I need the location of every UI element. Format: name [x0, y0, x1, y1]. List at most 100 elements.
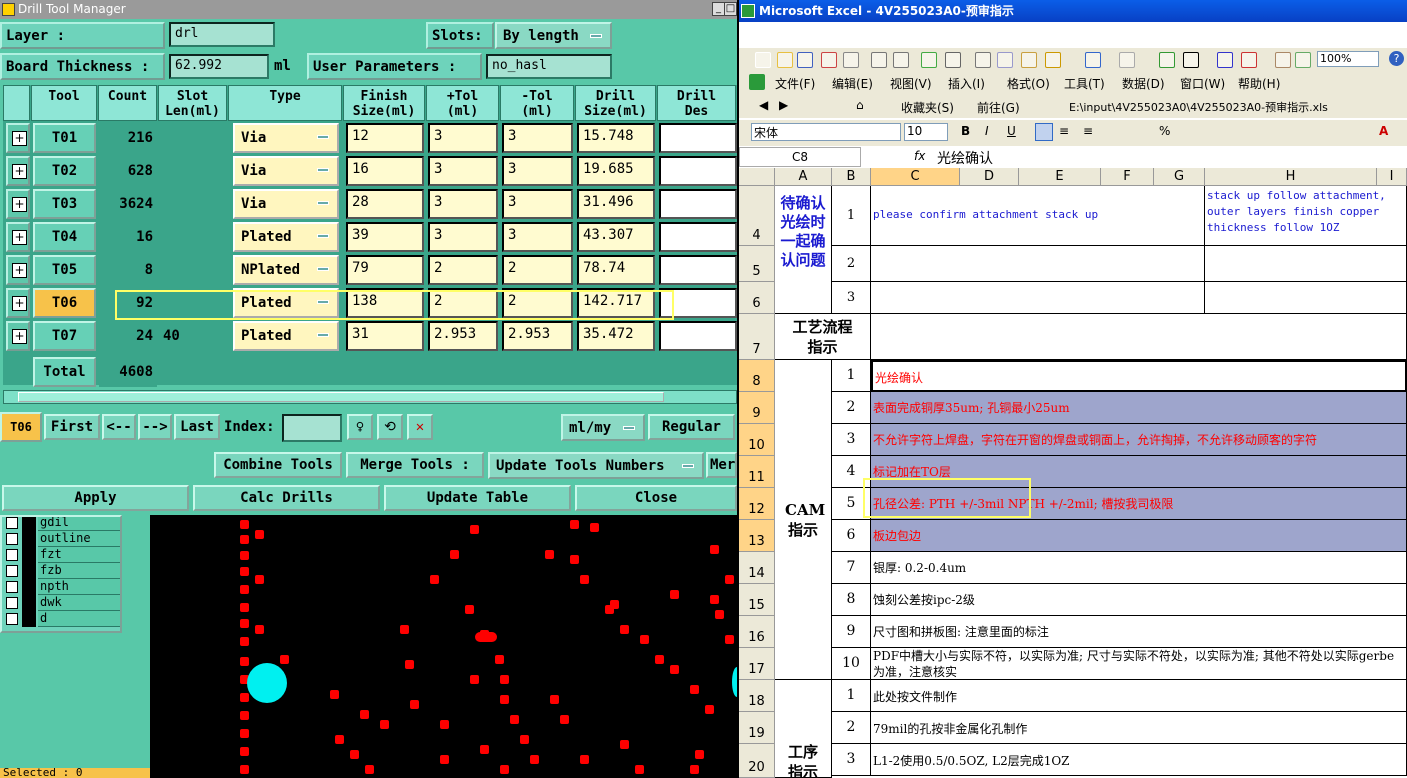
- column-header[interactable]: B: [832, 168, 871, 186]
- layer-checkbox[interactable]: [6, 613, 18, 625]
- tool-type-select[interactable]: Via: [233, 123, 339, 153]
- print-icon[interactable]: [871, 52, 887, 68]
- finish-size-input[interactable]: 39: [346, 222, 424, 252]
- units-select[interactable]: ml/my: [561, 414, 645, 441]
- expand-toggle[interactable]: +: [6, 222, 30, 252]
- next-button[interactable]: -->: [138, 414, 172, 440]
- layer-item[interactable]: fzb: [4, 563, 120, 579]
- email-icon[interactable]: [843, 52, 859, 68]
- menu-item[interactable]: 数据(D): [1122, 75, 1165, 92]
- back-icon[interactable]: ◀: [759, 98, 768, 112]
- align-left-icon[interactable]: [1035, 123, 1053, 141]
- sort-asc-icon[interactable]: [1217, 52, 1233, 68]
- update-table-button[interactable]: Update Table: [384, 485, 571, 511]
- drill-size-input[interactable]: 15.748: [577, 123, 655, 153]
- drill-des-input[interactable]: [659, 255, 737, 285]
- cam-instruction[interactable]: 光绘确认: [871, 360, 1407, 392]
- open-icon[interactable]: [777, 52, 793, 68]
- column-header[interactable]: E: [1019, 168, 1101, 186]
- combine-tools-button[interactable]: Combine Tools: [214, 452, 342, 478]
- plus-tol-input[interactable]: 3: [428, 123, 498, 153]
- permission-icon[interactable]: [821, 52, 837, 68]
- tool-type-select[interactable]: Via: [233, 156, 339, 186]
- confirm-answer[interactable]: [1205, 246, 1407, 282]
- layer-item[interactable]: d: [4, 611, 120, 627]
- paste-icon[interactable]: [1021, 52, 1037, 68]
- confirm-question[interactable]: please confirm attachment stack up: [871, 186, 1205, 246]
- minus-tol-input[interactable]: 3: [502, 222, 573, 252]
- expand-toggle[interactable]: +: [6, 123, 30, 153]
- layer-item[interactable]: gdil: [4, 517, 120, 531]
- layer-checkbox[interactable]: [6, 517, 18, 529]
- drill-des-input[interactable]: [659, 222, 737, 252]
- cam-instruction[interactable]: 尺寸图和拼板图: 注意里面的标注: [871, 616, 1407, 648]
- tool-type-select[interactable]: Plated: [233, 321, 339, 351]
- column-header[interactable]: G: [1154, 168, 1205, 186]
- row-header[interactable]: 16: [739, 616, 775, 648]
- underline-icon[interactable]: U: [1007, 124, 1016, 138]
- plus-tol-input[interactable]: 2.953: [428, 321, 498, 351]
- column-header[interactable]: D: [960, 168, 1019, 186]
- select-all-corner[interactable]: [739, 168, 775, 186]
- minus-tol-input[interactable]: 3: [502, 156, 573, 186]
- first-button[interactable]: First: [44, 414, 100, 440]
- layer-checkbox[interactable]: [6, 597, 18, 609]
- confirm-answer[interactable]: [1205, 282, 1407, 314]
- favorites-menu[interactable]: 收藏夹(S): [901, 99, 954, 116]
- finish-size-input[interactable]: 16: [346, 156, 424, 186]
- minus-tol-input[interactable]: 3: [502, 123, 573, 153]
- align-center-icon[interactable]: ≡: [1059, 124, 1069, 138]
- menu-item[interactable]: 工具(T): [1064, 75, 1105, 92]
- font-color-icon[interactable]: A: [1379, 124, 1388, 138]
- bulb-icon[interactable]: ♀: [347, 414, 373, 440]
- expand-toggle[interactable]: +: [6, 321, 30, 351]
- row-header[interactable]: 8: [739, 360, 775, 392]
- format-painter-icon[interactable]: [1045, 52, 1061, 68]
- row-header[interactable]: 20: [739, 744, 775, 778]
- row-header[interactable]: 12: [739, 488, 775, 520]
- row-header[interactable]: 10: [739, 424, 775, 456]
- font-select[interactable]: 宋体: [751, 123, 901, 141]
- thickness-field[interactable]: 62.992: [169, 54, 269, 79]
- tool-name[interactable]: T04: [33, 222, 96, 252]
- row-header[interactable]: 17: [739, 648, 775, 680]
- index-field[interactable]: [282, 414, 342, 442]
- tool-type-select[interactable]: NPlated: [233, 255, 339, 285]
- drill-des-input[interactable]: [659, 156, 737, 186]
- process-cell[interactable]: [871, 314, 1407, 360]
- italic-icon[interactable]: I: [985, 124, 989, 138]
- plus-tol-input[interactable]: 3: [428, 222, 498, 252]
- tool-name[interactable]: T02: [33, 156, 96, 186]
- finish-size-input[interactable]: 79: [346, 255, 424, 285]
- tool-name[interactable]: T03: [33, 189, 96, 219]
- drill-size-input[interactable]: 35.472: [577, 321, 655, 351]
- menu-item[interactable]: 窗口(W): [1180, 75, 1225, 92]
- path-field[interactable]: E:\input\4V255023A0\4V255023A0-预审指示.xls: [1069, 99, 1328, 115]
- hyperlink-icon[interactable]: [1159, 52, 1175, 68]
- tool-type-select[interactable]: Via: [233, 189, 339, 219]
- horizontal-scrollbar[interactable]: [3, 390, 737, 404]
- drill-size-input[interactable]: 19.685: [577, 156, 655, 186]
- tool-name[interactable]: T01: [33, 123, 96, 153]
- confirm-question[interactable]: [871, 282, 1205, 314]
- procedure-instruction[interactable]: L1-2使用0.5/0.5OZ, L2层完成1OZ: [871, 744, 1407, 776]
- plus-tol-input[interactable]: 3: [428, 189, 498, 219]
- chart-icon[interactable]: [1275, 52, 1291, 68]
- row-header[interactable]: 5: [739, 246, 775, 282]
- layer-item[interactable]: fzt: [4, 547, 120, 563]
- new-icon[interactable]: [755, 52, 771, 68]
- zoom-select[interactable]: 100%: [1317, 51, 1379, 67]
- expand-toggle[interactable]: +: [6, 288, 30, 318]
- row-header[interactable]: 19: [739, 712, 775, 744]
- scrollbar-thumb[interactable]: [18, 392, 664, 402]
- autosum-icon[interactable]: [1183, 52, 1199, 68]
- tool-name[interactable]: T06: [33, 288, 96, 318]
- copy-icon[interactable]: [997, 52, 1013, 68]
- layer-checkbox[interactable]: [6, 533, 18, 545]
- layer-item[interactable]: npth: [4, 579, 120, 595]
- row-header[interactable]: 9: [739, 392, 775, 424]
- plus-tol-input[interactable]: 2: [428, 255, 498, 285]
- minus-tol-input[interactable]: 3: [502, 189, 573, 219]
- finish-size-input[interactable]: 12: [346, 123, 424, 153]
- tool-name[interactable]: T05: [33, 255, 96, 285]
